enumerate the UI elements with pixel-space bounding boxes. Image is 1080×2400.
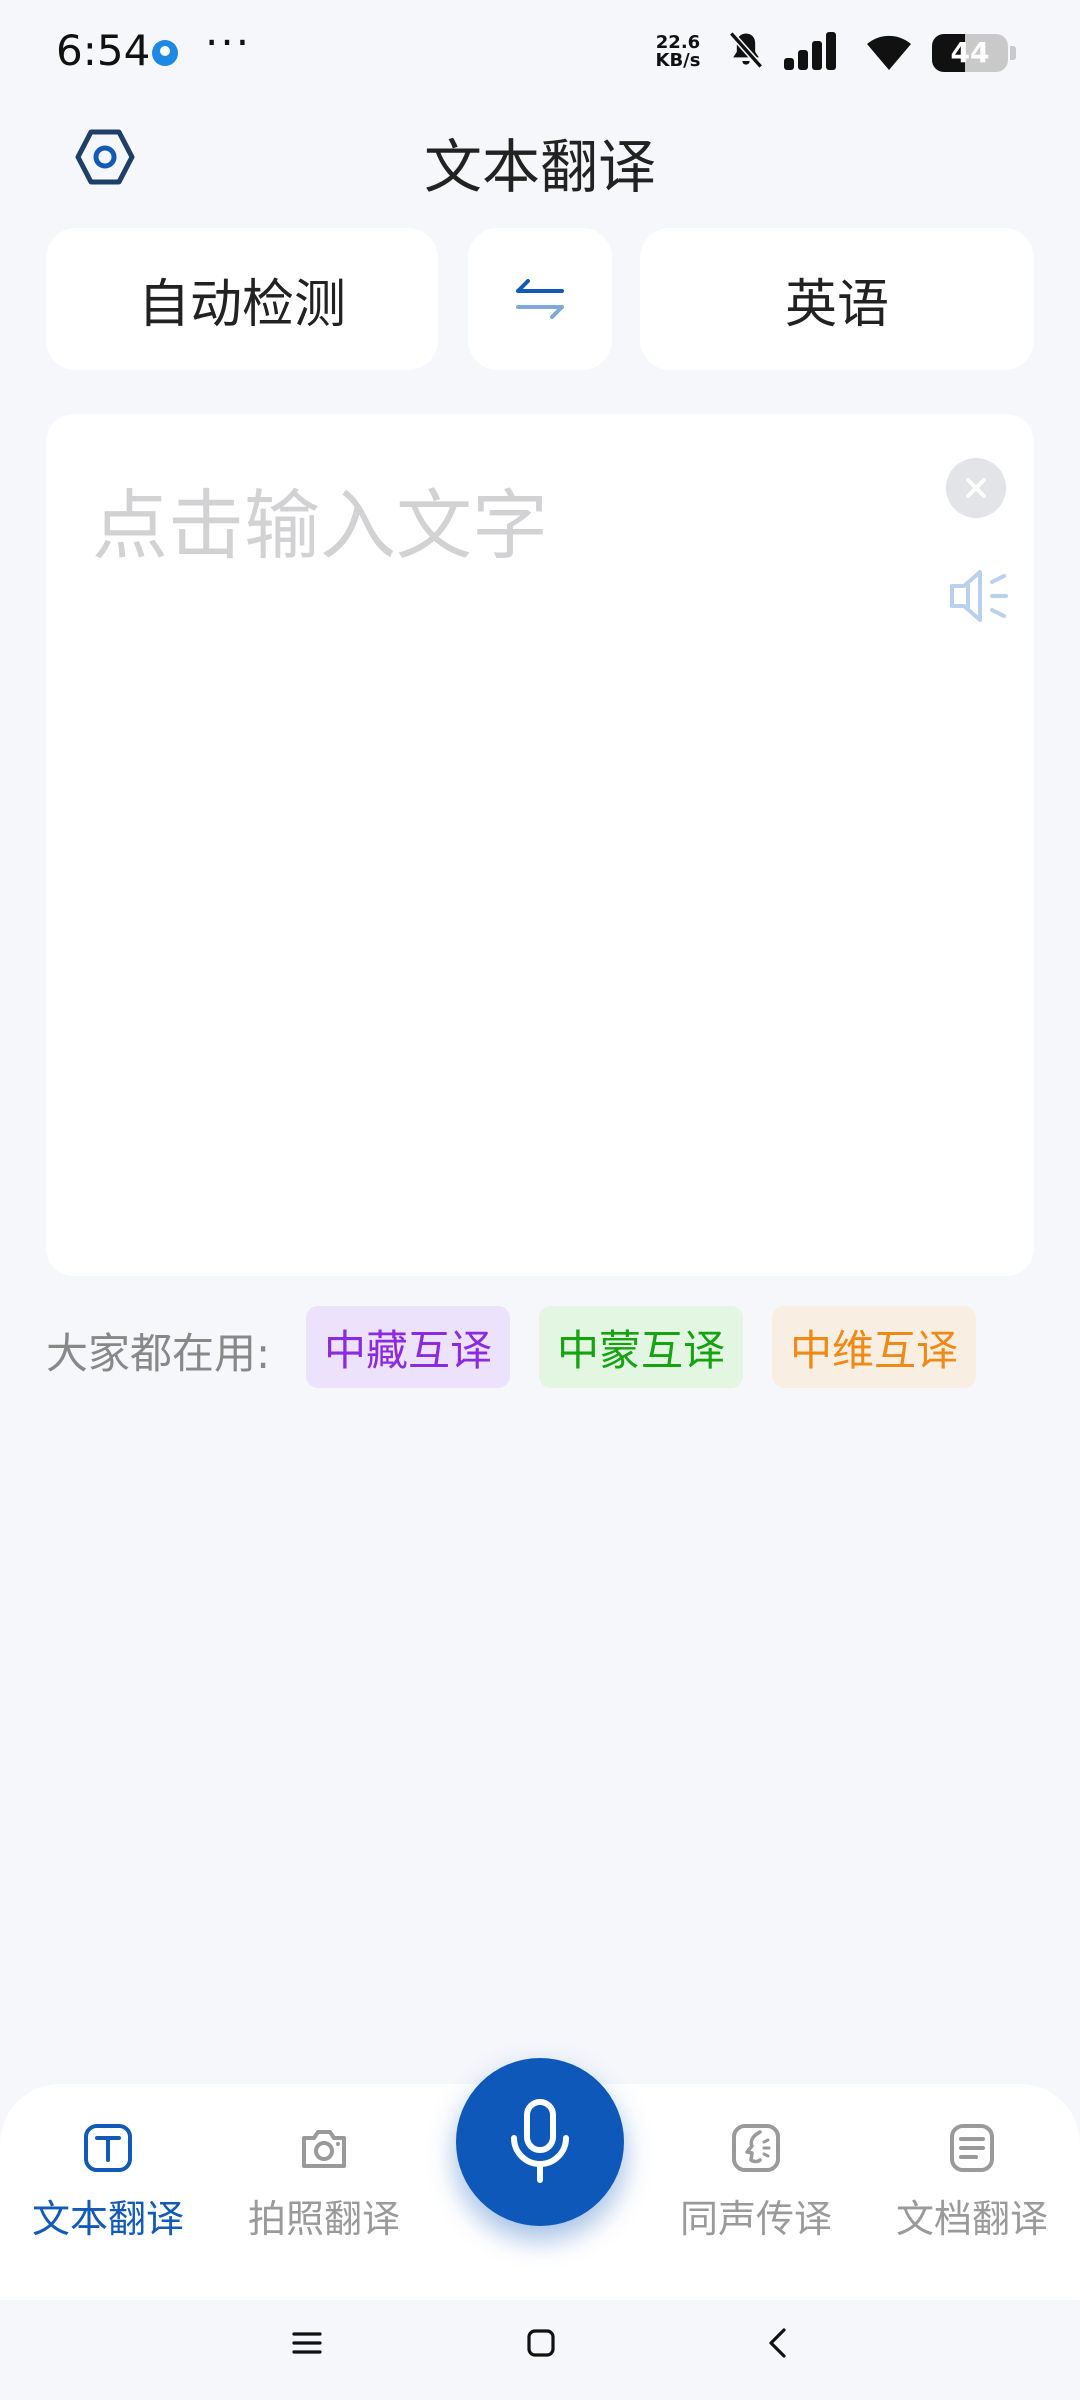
text-t-icon	[84, 2124, 132, 2172]
nav-label: 文本翻译	[31, 2197, 184, 2241]
nav-simultaneous-interpretation[interactable]: 同声传译	[656, 2122, 856, 2262]
target-language-label: 英语	[784, 274, 889, 335]
wifi-icon	[867, 35, 911, 70]
target-language-button[interactable]: 英语	[640, 228, 1034, 370]
chip-chinese-uyghur[interactable]: 中维互译	[772, 1306, 976, 1388]
nav-label: 同声传译	[679, 2197, 832, 2241]
swap-arrows-icon	[516, 279, 564, 319]
network-speed-unit: KB/s	[655, 50, 701, 71]
status-bar: 6:54 ··· 22.6 KB/s 44	[0, 0, 1080, 100]
text-translate-screen: 6:54 ··· 22.6 KB/s 44 文本翻译 自动检测 英语 点击输入文…	[0, 0, 1080, 2400]
document-icon	[950, 2124, 994, 2172]
cellular-signal-icon	[784, 32, 836, 70]
nav-text-translate[interactable]: 文本翻译	[8, 2122, 208, 2262]
page-title: 文本翻译	[423, 133, 656, 201]
voice-input-button[interactable]	[456, 2058, 624, 2226]
nav-photo-translate[interactable]: 拍照翻译	[224, 2122, 424, 2262]
close-icon	[966, 478, 986, 498]
battery-level: 44	[950, 36, 990, 69]
input-panel	[46, 414, 1034, 1276]
camera-icon	[302, 2130, 346, 2168]
source-text-input[interactable]	[92, 464, 912, 1224]
nav-document-translate[interactable]: 文档翻译	[872, 2122, 1072, 2262]
more-notifications-icon: ···	[205, 18, 252, 67]
microphone-icon	[511, 2099, 569, 2183]
battery-icon: 44	[932, 34, 1008, 72]
back-icon[interactable]	[762, 2326, 792, 2360]
source-language-button[interactable]: 自动检测	[46, 228, 438, 370]
bell-muted-icon	[728, 31, 764, 69]
recent-apps-icon[interactable]	[290, 2326, 324, 2360]
source-language-label: 自动检测	[137, 274, 346, 335]
swap-languages-button[interactable]	[468, 228, 612, 370]
chip-chinese-mongolian[interactable]: 中蒙互译	[539, 1306, 743, 1388]
nav-label: 拍照翻译	[247, 2197, 400, 2241]
nav-label: 文档翻译	[895, 2197, 1048, 2241]
speaker-icon[interactable]	[946, 566, 1016, 626]
status-time: 6:54	[56, 26, 151, 75]
popular-label: 大家都在用:	[46, 1329, 271, 1378]
system-navigation-bar	[0, 2300, 1080, 2400]
home-icon[interactable]	[526, 2328, 556, 2358]
face-profile-icon	[732, 2124, 780, 2172]
clear-input-button[interactable]	[946, 458, 1006, 518]
app-notification-icon	[152, 40, 178, 66]
chip-chinese-tibetan[interactable]: 中藏互译	[306, 1306, 510, 1388]
network-speed: 22.6 KB/s	[650, 34, 706, 70]
battery-tip	[1010, 46, 1016, 60]
